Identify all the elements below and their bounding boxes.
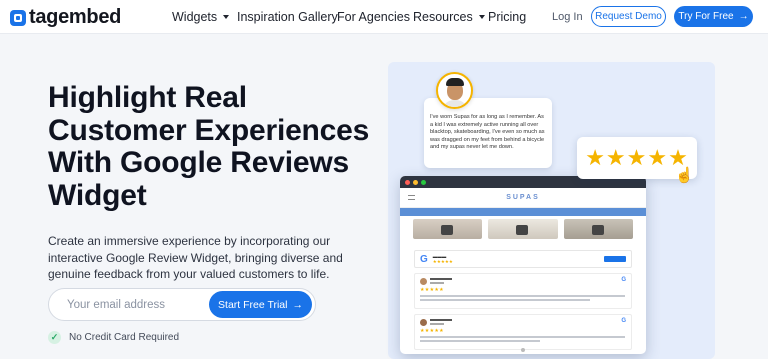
review-stars: ★★★★★: [420, 287, 444, 293]
email-signup-form: Your email address Start Free Trial →: [48, 288, 316, 321]
product-photo: [413, 219, 483, 239]
logo-icon: [10, 9, 26, 26]
chevron-down-icon: [478, 15, 485, 19]
nav-item-label: Inspiration Gallery: [237, 10, 338, 24]
login-link[interactable]: Log In: [552, 11, 583, 23]
no-credit-card-label: No Credit Card Required: [69, 332, 180, 343]
top-nav: tagembed Widgets Inspiration Gallery For…: [0, 0, 768, 34]
email-input[interactable]: Your email address: [67, 299, 165, 311]
nav-item-label: Widgets: [172, 10, 218, 24]
no-credit-card-note: ✓ No Credit Card Required: [48, 331, 179, 344]
avatar: [436, 72, 473, 109]
testimonial-text: I've worn Supas for as long as I remembe…: [430, 114, 545, 151]
reviewer-avatar: [420, 278, 427, 285]
review-summary: G ▬▬▬ ★★★★★: [414, 250, 632, 268]
nav-item-widgets[interactable]: Widgets: [172, 10, 230, 24]
hero-subtitle: Create an immersive experience by incorp…: [48, 234, 343, 281]
nav-item-for-agencies[interactable]: For Agencies: [337, 10, 410, 24]
hand-pointer-icon: ☝: [675, 167, 694, 184]
site-header: SUPAS: [400, 188, 646, 208]
summary-rating: ▬▬▬ ★★★★★: [432, 254, 453, 264]
request-demo-label: Request Demo: [595, 11, 662, 22]
product-photo: [563, 219, 633, 239]
logo[interactable]: tagembed: [10, 6, 121, 29]
google-icon: G: [621, 277, 626, 283]
start-free-trial-button[interactable]: Start Free Trial →: [209, 291, 312, 318]
arrow-right-icon: →: [738, 11, 749, 22]
product-photos: [400, 216, 646, 242]
site-nav: [400, 208, 646, 216]
nav-item-resources[interactable]: Resources: [413, 10, 485, 24]
widget-preview-browser: SUPAS G ▬▬▬ ★★★★★ G ★★★★★ G ★★★★★: [400, 176, 646, 354]
nav-item-label: For Agencies: [337, 10, 410, 24]
review-card: G ★★★★★: [414, 314, 632, 350]
nav-item-label: Pricing: [488, 10, 527, 24]
nav-item-inspiration-gallery[interactable]: Inspiration Gallery: [237, 10, 338, 24]
google-icon: G: [621, 318, 626, 324]
try-for-free-label: Try For Free: [678, 11, 734, 22]
nav-item-label: Resources: [413, 10, 473, 24]
review-stars: ★★★★★: [420, 328, 444, 334]
nav-item-pricing[interactable]: Pricing: [488, 10, 526, 24]
google-icon: G: [420, 253, 428, 265]
product-photo: [488, 219, 558, 239]
close-dot-icon: [405, 179, 410, 185]
star-icon: ★★★★★: [585, 145, 689, 170]
chevron-down-icon: [223, 15, 230, 19]
site-logo: SUPAS: [506, 194, 540, 201]
review-card: G ★★★★★: [414, 273, 632, 309]
scroll-indicator: [521, 348, 525, 352]
request-demo-button[interactable]: Request Demo: [591, 6, 666, 27]
maximize-dot-icon: [421, 179, 426, 185]
start-free-trial-label: Start Free Trial: [218, 298, 288, 311]
write-review-button: [604, 256, 626, 262]
reviewer-avatar: [420, 319, 427, 326]
menu-icon: [408, 195, 415, 200]
logo-text: tagembed: [29, 6, 122, 28]
arrow-right-icon: →: [292, 298, 303, 311]
testimonial-card: I've worn Supas for as long as I remembe…: [424, 98, 552, 168]
check-circle-icon: ✓: [48, 331, 61, 344]
minimize-dot-icon: [413, 179, 418, 185]
try-for-free-button[interactable]: Try For Free →: [674, 6, 753, 27]
hero-title: Highlight Real Customer Experiences With…: [48, 81, 370, 212]
